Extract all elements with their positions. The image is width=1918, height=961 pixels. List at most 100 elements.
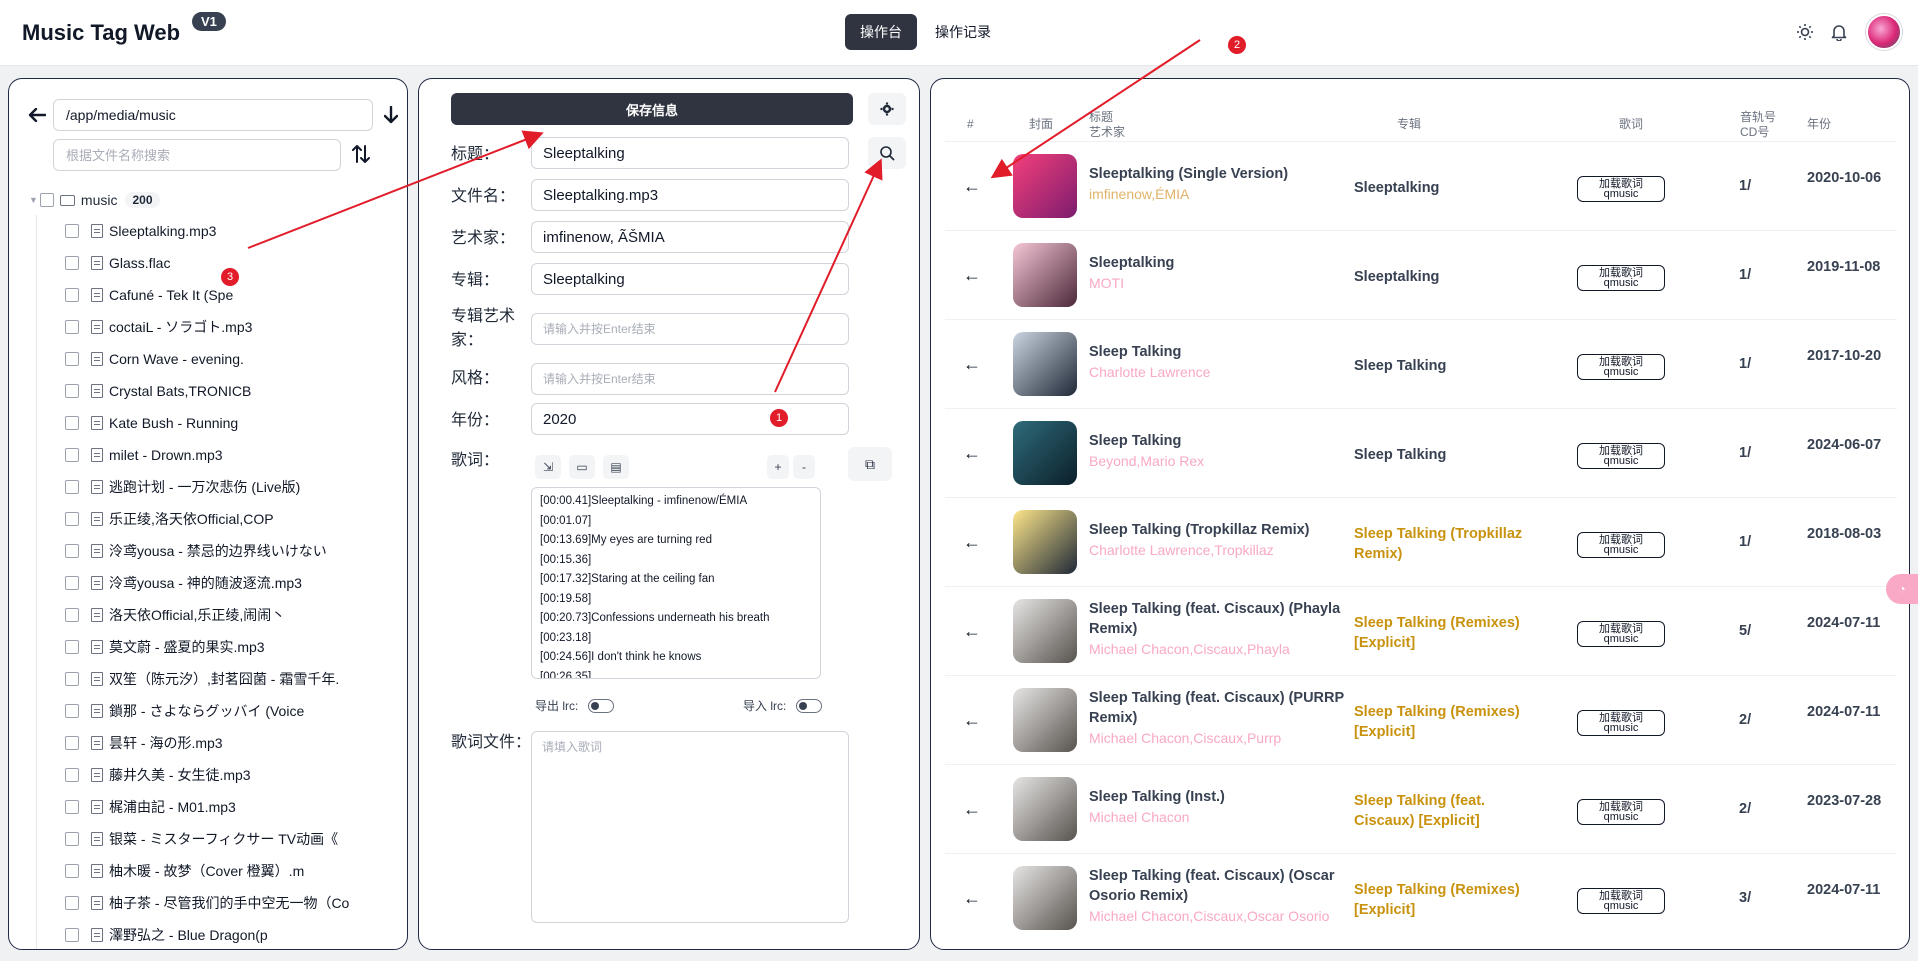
load-lyrics-button[interactable]: 加载歌词 qmusic	[1577, 354, 1665, 380]
tree-root-folder[interactable]: ▼ music 200	[9, 185, 407, 215]
file-tree-item[interactable]: 洛天依Official,乐正绫,闹闹丶	[9, 599, 407, 631]
load-lyrics-button[interactable]: 加载歌词 qmusic	[1577, 176, 1665, 202]
checkbox[interactable]	[65, 416, 79, 430]
result-row[interactable]: ← Sleep Talking Beyond,Mario Rex Sleep Talk…	[945, 408, 1897, 497]
apply-back-arrow-icon[interactable]: ←	[963, 888, 981, 909]
checkbox[interactable]	[65, 768, 79, 782]
lyrics-format-button[interactable]: ▭	[569, 455, 595, 479]
result-row[interactable]: ← Sleep Talking (feat. Ciscaux) (Phayla R…	[945, 586, 1897, 675]
checkbox[interactable]	[65, 832, 79, 846]
checkbox[interactable]	[65, 928, 79, 942]
translate-button[interactable]: ⧉	[848, 447, 892, 481]
file-tree-item[interactable]: 梶浦由記 - M01.mp3	[9, 791, 407, 823]
checkbox[interactable]	[65, 224, 79, 238]
apply-back-arrow-icon[interactable]: ←	[963, 710, 981, 731]
title-input[interactable]	[531, 137, 849, 169]
load-lyrics-button[interactable]: 加载歌词 qmusic	[1577, 710, 1665, 736]
user-avatar[interactable]	[1866, 14, 1902, 50]
side-float-tab[interactable]: ◔	[1886, 574, 1918, 604]
sun-icon[interactable]	[1795, 22, 1815, 42]
file-tree-item[interactable]: coctaiL - ソラゴト.mp3	[9, 311, 407, 343]
file-tree-item[interactable]: 莫文蔚 - 盛夏的果实.mp3	[9, 631, 407, 663]
file-tree-item[interactable]: 昙轩 - 海の形.mp3	[9, 727, 407, 759]
checkbox[interactable]	[65, 736, 79, 750]
result-row[interactable]: ← Sleeptalking MOTI Sleeptalking 加载歌词 qmusic 1…	[945, 230, 1897, 319]
checkbox[interactable]	[65, 384, 79, 398]
bell-icon[interactable]	[1829, 22, 1849, 42]
search-tag-button[interactable]	[868, 137, 906, 169]
sort-icon[interactable]	[349, 143, 373, 165]
checkbox[interactable]	[65, 640, 79, 654]
result-row[interactable]: ← Sleep Talking (feat. Ciscaux) (PURRP Re…	[945, 675, 1897, 764]
file-tree-item[interactable]: milet - Drown.mp3	[9, 439, 407, 471]
album-artist-input[interactable]	[531, 313, 849, 345]
lyric-file-textarea[interactable]	[531, 731, 849, 923]
checkbox[interactable]	[65, 288, 79, 302]
checkbox[interactable]	[65, 800, 79, 814]
result-row[interactable]: ← Sleep Talking (Tropkillaz Remix) Charlot…	[945, 497, 1897, 586]
tab-operation-log[interactable]: 操作记录	[920, 14, 1006, 50]
checkbox[interactable]	[65, 576, 79, 590]
apply-back-arrow-icon[interactable]: ←	[963, 176, 981, 197]
file-tree-item[interactable]: 乐正绫,洛天依Official,COP	[9, 503, 407, 535]
load-lyrics-button[interactable]: 加载歌词 qmusic	[1577, 888, 1665, 914]
checkbox[interactable]	[65, 672, 79, 686]
checkbox[interactable]	[65, 704, 79, 718]
year-input[interactable]	[531, 403, 849, 435]
checkbox[interactable]	[65, 544, 79, 558]
lyrics-shrink-button[interactable]: ⇲	[535, 455, 561, 479]
file-tree-item[interactable]: 澤野弘之 - Blue Dragon(p	[9, 919, 407, 949]
file-tree-item[interactable]: 鎖那 - さよならグッバイ (Voice	[9, 695, 407, 727]
load-lyrics-button[interactable]: 加载歌词 qmusic	[1577, 799, 1665, 825]
path-input[interactable]	[53, 99, 373, 131]
file-tree-item[interactable]: Cafuné - Tek It (Spe	[9, 279, 407, 311]
apply-back-arrow-icon[interactable]: ←	[963, 265, 981, 286]
checkbox[interactable]	[65, 864, 79, 878]
checkbox[interactable]	[65, 352, 79, 366]
export-lrc-toggle[interactable]	[588, 698, 615, 713]
filename-search-input[interactable]	[53, 139, 341, 171]
lyrics-zoom-in-button[interactable]: +	[767, 455, 789, 479]
checkbox[interactable]	[65, 448, 79, 462]
checkbox[interactable]	[65, 896, 79, 910]
checkbox[interactable]	[65, 512, 79, 526]
artist-input[interactable]	[531, 221, 849, 253]
apply-back-arrow-icon[interactable]: ←	[963, 354, 981, 375]
load-lyrics-button[interactable]: 加载歌词 qmusic	[1577, 265, 1665, 291]
load-lyrics-button[interactable]: 加载歌词 qmusic	[1577, 532, 1665, 558]
lyrics-zoom-out-button[interactable]: -	[793, 455, 815, 479]
checkbox[interactable]	[65, 320, 79, 334]
file-tree-item[interactable]: Sleeptalking.mp3	[9, 215, 407, 247]
file-tree-item[interactable]: Crystal Bats,TRONICB	[9, 375, 407, 407]
lyrics-editor[interactable]: [00:00.41]Sleeptalking - imfinenow/ÉMIA […	[531, 487, 821, 679]
apply-back-arrow-icon[interactable]: ←	[963, 532, 981, 553]
load-lyrics-button[interactable]: 加载歌词 qmusic	[1577, 621, 1665, 647]
apply-back-arrow-icon[interactable]: ←	[963, 799, 981, 820]
checkbox[interactable]	[65, 608, 79, 622]
result-row[interactable]: ← Sleep Talking Charlotte Lawrence Sleep Ta…	[945, 319, 1897, 408]
file-tree-item[interactable]: 逃跑计划 - 一万次悲伤 (Live版)	[9, 471, 407, 503]
file-tree-item[interactable]: 藤井久美 - 女生徒.mp3	[9, 759, 407, 791]
apply-back-arrow-icon[interactable]: ←	[963, 621, 981, 642]
save-info-button[interactable]: 保存信息	[451, 93, 853, 125]
lyrics-paste-button[interactable]: ▤	[603, 455, 629, 479]
file-tree-item[interactable]: 泠鸢yousa - 神的随波逐流.mp3	[9, 567, 407, 599]
checkbox[interactable]	[65, 256, 79, 270]
file-tree-item[interactable]: 柚子茶 - 尽管我们的手中空无一物（Co	[9, 887, 407, 919]
file-tree-item[interactable]: 柚木暖 - 故梦（Cover 橙翼）.m	[9, 855, 407, 887]
file-tree-item[interactable]: Kate Bush - Running	[9, 407, 407, 439]
settings-button[interactable]	[868, 93, 906, 125]
file-tree-item[interactable]: 泠鸢yousa - 禁忌的边界线いけない	[9, 535, 407, 567]
caret-down-icon[interactable]: ▼	[29, 195, 38, 205]
file-tree-item[interactable]: 银菜 - ミスターフィクサー TV动画《	[9, 823, 407, 855]
result-row[interactable]: ← Sleep Talking (Inst.) Michael Chacon Slee…	[945, 764, 1897, 853]
apply-back-arrow-icon[interactable]: ←	[963, 443, 981, 464]
checkbox[interactable]	[65, 480, 79, 494]
download-arrow-icon[interactable]	[381, 105, 401, 125]
import-lrc-toggle[interactable]	[796, 698, 823, 713]
file-tree-item[interactable]: Corn Wave - evening.	[9, 343, 407, 375]
genre-input[interactable]	[531, 363, 849, 395]
load-lyrics-button[interactable]: 加载歌词 qmusic	[1577, 443, 1665, 469]
tab-console[interactable]: 操作台	[845, 14, 917, 50]
file-tree-item[interactable]: Glass.flac	[9, 247, 407, 279]
